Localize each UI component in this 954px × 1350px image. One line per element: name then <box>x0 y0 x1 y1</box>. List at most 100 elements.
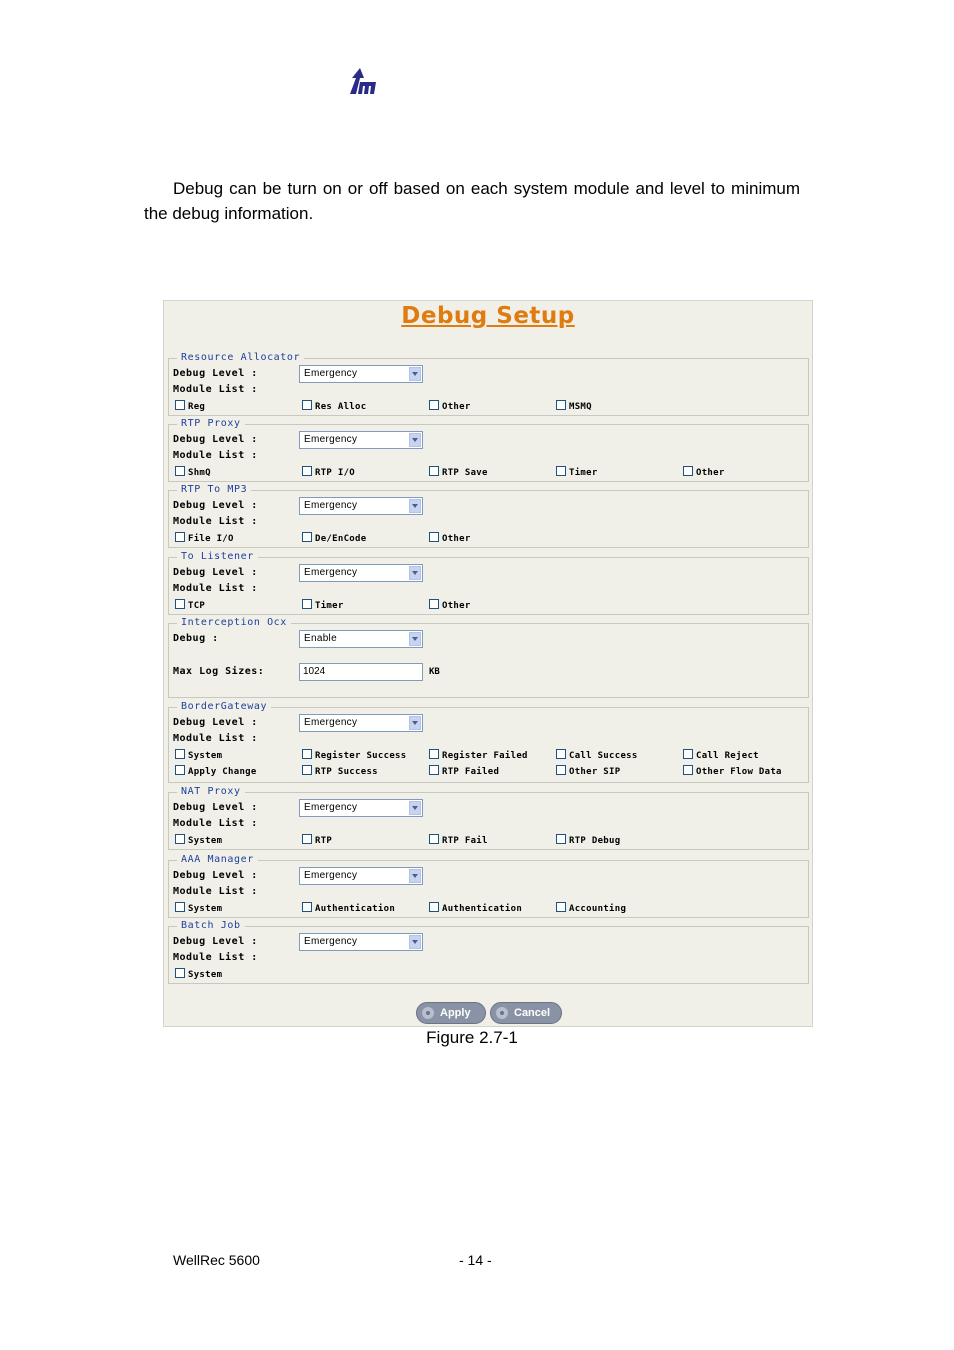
debug-level-select[interactable]: Emergency <box>299 365 423 383</box>
debug-level-select[interactable]: Emergency <box>299 564 423 582</box>
module-checkbox[interactable]: Apply Change <box>175 765 257 778</box>
cancel-icon <box>496 1007 508 1019</box>
chevron-down-icon <box>409 801 421 815</box>
intro-text: Debug can be turn on or off based on eac… <box>144 179 800 223</box>
module-checkbox[interactable]: RTP Failed <box>429 765 499 778</box>
kb-unit-label: KB <box>429 667 440 677</box>
module-list-label: Module List : <box>173 384 258 395</box>
module-checkbox[interactable]: MSMQ <box>556 400 592 413</box>
group-border-gateway: BorderGateway Debug Level : Emergency Mo… <box>168 700 809 783</box>
module-checkbox[interactable]: RTP Save <box>429 466 488 479</box>
module-checkbox[interactable]: RTP <box>302 834 332 847</box>
debug-setup-panel: Debug Setup Resource Allocator Debug Lev… <box>163 300 813 1027</box>
debug-level-select[interactable]: Emergency <box>299 431 423 449</box>
group-legend: RTP To MP3 <box>177 483 252 496</box>
module-checkbox[interactable]: Res Alloc <box>302 400 366 413</box>
max-log-sizes-label: Max Log Sizes: <box>173 666 265 677</box>
module-checkbox[interactable]: ShmQ <box>175 466 211 479</box>
debug-setup-title: Debug Setup <box>401 303 575 329</box>
debug-level-label: Debug Level : <box>173 434 258 445</box>
chevron-down-icon <box>409 433 421 447</box>
module-checkbox[interactable]: Other Flow Data <box>683 765 782 778</box>
module-checkbox[interactable]: Other <box>683 466 725 479</box>
group-legend: Batch Job <box>177 919 245 932</box>
module-checkbox[interactable]: Timer <box>302 599 344 612</box>
module-checkbox[interactable]: Authentication <box>429 902 522 915</box>
chevron-down-icon <box>409 499 421 513</box>
group-legend: To Listener <box>177 550 258 563</box>
module-checkbox[interactable]: Register Success <box>302 749 407 762</box>
group-legend: AAA Manager <box>177 853 258 866</box>
module-checkbox[interactable]: Other <box>429 400 471 413</box>
module-list-label: Module List : <box>173 952 258 963</box>
module-checkbox[interactable]: Register Failed <box>429 749 528 762</box>
apply-icon <box>422 1007 434 1019</box>
footer-page-number: - 14 - <box>459 1252 492 1268</box>
module-checkbox[interactable]: RTP Debug <box>556 834 620 847</box>
group-rtp-to-mp3: RTP To MP3 Debug Level : Emergency Modul… <box>168 483 809 548</box>
group-interception-ocx: Interception Ocx Debug : Enable Max Log … <box>168 616 809 698</box>
chevron-down-icon <box>409 716 421 730</box>
module-checkbox[interactable]: RTP Fail <box>429 834 488 847</box>
debug-level-select[interactable]: Emergency <box>299 799 423 817</box>
debug-level-label: Debug Level : <box>173 500 258 511</box>
group-batch-job: Batch Job Debug Level : Emergency Module… <box>168 919 809 984</box>
module-checkbox[interactable]: De/EnCode <box>302 532 366 545</box>
debug-level-label: Debug Level : <box>173 802 258 813</box>
cancel-button[interactable]: Cancel <box>490 1002 562 1024</box>
debug-level-label: Debug Level : <box>173 567 258 578</box>
group-aaa-manager: AAA Manager Debug Level : Emergency Modu… <box>168 853 809 918</box>
figure-caption: Figure 2.7-1 <box>426 1028 518 1047</box>
module-checkbox[interactable]: Authentication <box>302 902 395 915</box>
module-checkbox[interactable]: Other <box>429 599 471 612</box>
module-list-label: Module List : <box>173 583 258 594</box>
group-legend: NAT Proxy <box>177 785 245 798</box>
group-resource-allocator: Resource Allocator Debug Level : Emergen… <box>168 351 809 416</box>
module-checkbox[interactable]: Other <box>429 532 471 545</box>
module-checkbox[interactable]: Call Success <box>556 749 638 762</box>
module-checkbox[interactable]: File I/O <box>175 532 234 545</box>
module-checkbox[interactable]: RTP Success <box>302 765 378 778</box>
module-checkbox[interactable]: Timer <box>556 466 598 479</box>
intro-paragraph: Debug can be turn on or off based on eac… <box>144 176 800 226</box>
max-log-size-input[interactable]: 1024 <box>299 663 423 681</box>
apply-button[interactable]: Apply <box>416 1002 486 1024</box>
chevron-down-icon <box>409 367 421 381</box>
module-checkbox[interactable]: System <box>175 968 222 981</box>
chevron-down-icon <box>409 935 421 949</box>
module-list-label: Module List : <box>173 516 258 527</box>
module-checkbox[interactable]: Accounting <box>556 902 626 915</box>
debug-enable-select[interactable]: Enable <box>299 630 423 648</box>
debug-level-label: Debug Level : <box>173 368 258 379</box>
module-checkbox[interactable]: System <box>175 902 222 915</box>
debug-level-select[interactable]: Emergency <box>299 497 423 515</box>
chevron-down-icon <box>409 566 421 580</box>
debug-level-label: Debug Level : <box>173 936 258 947</box>
debug-level-select[interactable]: Emergency <box>299 714 423 732</box>
module-checkbox[interactable]: RTP I/O <box>302 466 355 479</box>
footer-product: WellRec 5600 <box>173 1252 260 1268</box>
module-list-label: Module List : <box>173 450 258 461</box>
module-checkbox[interactable]: System <box>175 834 222 847</box>
group-legend: Interception Ocx <box>177 616 291 629</box>
group-rtp-proxy: RTP Proxy Debug Level : Emergency Module… <box>168 417 809 482</box>
module-checkbox[interactable]: System <box>175 749 222 762</box>
chevron-down-icon <box>409 869 421 883</box>
debug-level-label: Debug Level : <box>173 717 258 728</box>
debug-level-select[interactable]: Emergency <box>299 933 423 951</box>
module-checkbox[interactable]: Reg <box>175 400 205 413</box>
module-list-label: Module List : <box>173 886 258 897</box>
debug-label: Debug : <box>173 633 219 644</box>
module-checkbox[interactable]: Call Reject <box>683 749 759 762</box>
group-legend: BorderGateway <box>177 700 272 713</box>
module-checkbox[interactable]: TCP <box>175 599 205 612</box>
group-nat-proxy: NAT Proxy Debug Level : Emergency Module… <box>168 785 809 850</box>
group-to-listener: To Listener Debug Level : Emergency Modu… <box>168 550 809 615</box>
debug-level-select[interactable]: Emergency <box>299 867 423 885</box>
company-logo-icon <box>348 66 380 96</box>
group-legend: Resource Allocator <box>177 351 305 364</box>
module-checkbox[interactable]: Other SIP <box>556 765 620 778</box>
chevron-down-icon <box>409 632 421 646</box>
debug-level-label: Debug Level : <box>173 870 258 881</box>
group-legend: RTP Proxy <box>177 417 245 430</box>
